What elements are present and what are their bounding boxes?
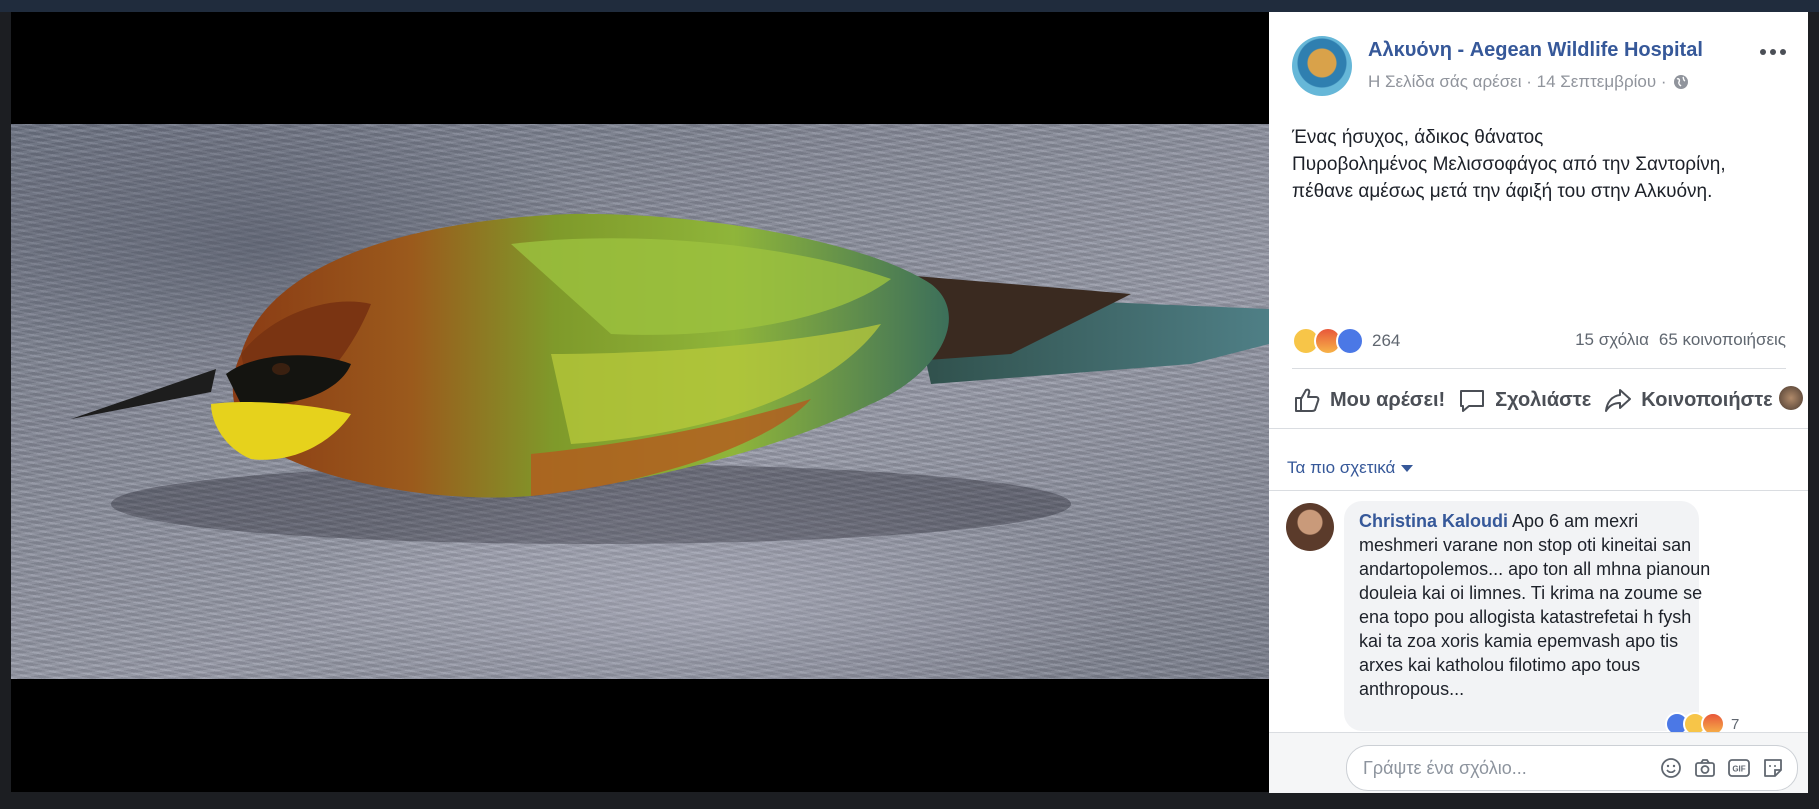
comment-button[interactable]: Σχολιάστε bbox=[1457, 385, 1591, 415]
composer-icons: GIF bbox=[1659, 756, 1785, 780]
comment-line: meshmeri varane non stop oti kineitai sa… bbox=[1359, 535, 1692, 555]
share-as-avatar[interactable] bbox=[1779, 386, 1803, 410]
comment-line: Apo 6 am mexri bbox=[1508, 511, 1639, 531]
reactions-summary[interactable]: 264 bbox=[1292, 327, 1400, 355]
comment-line: ena topo pou allogista katastrefetai h f… bbox=[1359, 607, 1692, 627]
sort-label: Τα πιο σχετικά bbox=[1287, 458, 1396, 477]
comment-line: kai ta zoa xoris kamia epemvash apo tis bbox=[1359, 631, 1679, 651]
divider bbox=[1269, 490, 1808, 491]
comment-composer: GIF bbox=[1346, 745, 1798, 791]
commenter-avatar[interactable] bbox=[1286, 503, 1334, 551]
post-actions: Μου αρέσει! Σχολιάστε Κοινοποιήστε bbox=[1292, 385, 1802, 415]
gif-icon[interactable]: GIF bbox=[1727, 756, 1751, 780]
post-text-line: Πυροβολημένος Μελισσοφάγος από την Σαντο… bbox=[1292, 154, 1726, 175]
comment-input[interactable] bbox=[1361, 754, 1635, 782]
emoji-icon[interactable] bbox=[1659, 756, 1683, 780]
like-button[interactable]: Μου αρέσει! bbox=[1292, 385, 1445, 415]
comments-count-link[interactable]: 15 σχόλια bbox=[1575, 330, 1649, 350]
post-text-line: πέθανε αμέσως μετά την άφιξή του στην Αλ… bbox=[1292, 181, 1713, 202]
page-avatar[interactable] bbox=[1292, 36, 1352, 96]
like-reaction-icon bbox=[1336, 327, 1364, 355]
comment-bubble: Christina Kaloudi Apo 6 am mexri meshmer… bbox=[1344, 501, 1711, 731]
svg-text:GIF: GIF bbox=[1732, 765, 1745, 774]
sticker-icon[interactable] bbox=[1761, 756, 1785, 780]
bee-eater-bird-illustration bbox=[71, 213, 1269, 544]
page-name-link[interactable]: Αλκυόνη - Aegean Wildlife Hospital bbox=[1368, 39, 1703, 62]
share-button[interactable]: Κοινοποιήστε bbox=[1603, 385, 1773, 415]
comment-author-link[interactable]: Christina Kaloudi bbox=[1359, 511, 1508, 531]
caret-down-icon bbox=[1401, 464, 1414, 472]
comment-text: Christina Kaloudi Apo 6 am mexri meshmer… bbox=[1359, 509, 1711, 701]
comment-line: arxes kai katholou filotimo apo tous bbox=[1359, 655, 1641, 675]
comments-sort-dropdown[interactable]: Τα πιο σχετικά bbox=[1287, 458, 1414, 478]
top-strip bbox=[0, 0, 1819, 12]
comment-icon bbox=[1460, 390, 1485, 412]
post-side-panel: Αλκυόνη - Aegean Wildlife Hospital Η Σελ… bbox=[1269, 12, 1808, 793]
comment-line: anthropous... bbox=[1359, 679, 1465, 699]
comment-line: andartopolemos... apo ton all mhna piano… bbox=[1359, 559, 1711, 579]
comment-line: douleia kai oi limnes. Ti krima na zoume… bbox=[1359, 583, 1703, 603]
post-stats: 15 σχόλια 65 κοινοποιήσεις bbox=[1575, 330, 1786, 350]
post-photo bbox=[11, 124, 1269, 679]
divider bbox=[1292, 368, 1786, 369]
comment-composer-area: GIF bbox=[1269, 732, 1808, 793]
share-label: Κοινοποιήστε bbox=[1641, 388, 1773, 411]
shares-count-link[interactable]: 65 κοινοποιήσεις bbox=[1659, 330, 1786, 350]
post-text: Ένας ήσυχος, άδικος θάνατος Πυροβολημένο… bbox=[1292, 124, 1797, 205]
more-options-icon[interactable] bbox=[1758, 42, 1788, 62]
post-text-line: Ένας ήσυχος, άδικος θάνατος bbox=[1292, 127, 1544, 148]
post-meta: Η Σελίδα σάς αρέσει · 14 Σεπτεμβρίου · bbox=[1368, 72, 1689, 92]
like-icon bbox=[1295, 388, 1320, 412]
divider bbox=[1269, 428, 1808, 429]
like-label: Μου αρέσει! bbox=[1330, 388, 1446, 411]
share-icon bbox=[1605, 389, 1632, 412]
comment-reaction-count: 7 bbox=[1731, 715, 1740, 733]
globe-icon[interactable] bbox=[1673, 74, 1689, 90]
post-meta-text[interactable]: Η Σελίδα σάς αρέσει · 14 Σεπτεμβρίου · bbox=[1368, 72, 1667, 92]
photo-viewer[interactable] bbox=[11, 12, 1269, 792]
reaction-count[interactable]: 264 bbox=[1372, 331, 1400, 351]
camera-icon[interactable] bbox=[1693, 756, 1717, 780]
comment-label: Σχολιάστε bbox=[1495, 388, 1592, 411]
